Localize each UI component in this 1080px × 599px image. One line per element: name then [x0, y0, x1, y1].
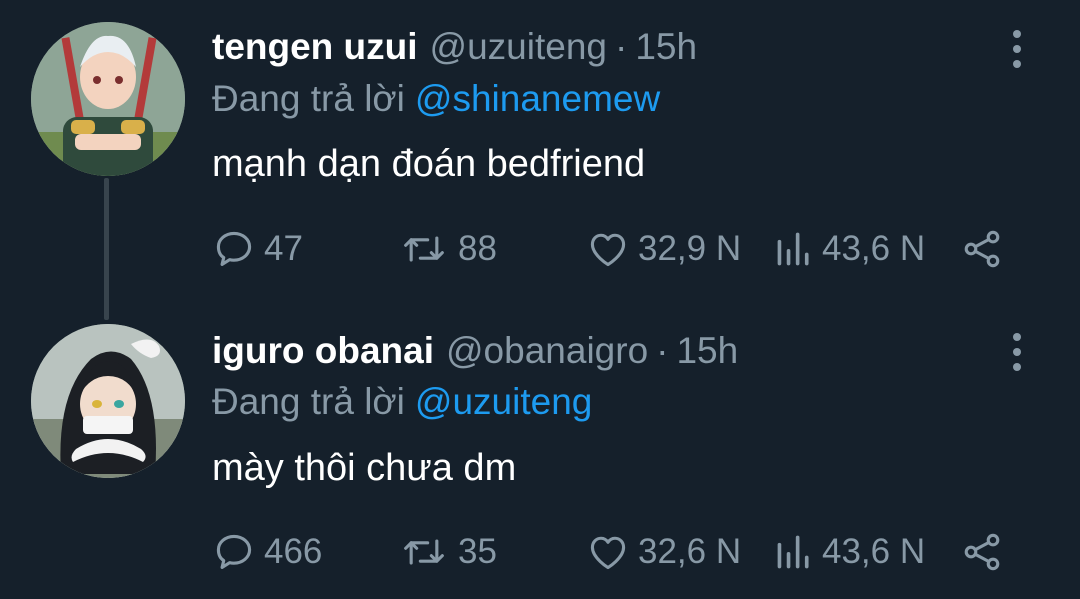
heart-icon	[590, 536, 626, 570]
analytics-icon	[777, 535, 809, 569]
share-button[interactable]	[960, 224, 1004, 274]
mention-link[interactable]: @shinanemew	[415, 78, 660, 119]
tweet-actions: 47 88 32,9 N 43,6 N	[212, 224, 1012, 274]
views-button[interactable]: 43,6 N	[774, 527, 925, 577]
reply-icon	[216, 534, 252, 569]
avatar-image	[31, 22, 185, 176]
share-icon	[964, 533, 1000, 571]
retweet-icon	[404, 236, 444, 262]
tweet-header: tengen uzui @uzuiteng · 15h	[212, 26, 697, 72]
share-icon	[964, 230, 1000, 268]
user-handle[interactable]: @uzuiteng	[430, 26, 607, 68]
tweet-actions: 466 35 32,6 N 43,6 N	[212, 527, 1012, 577]
share-button[interactable]	[960, 527, 1004, 577]
retweet-button[interactable]: 35	[398, 527, 497, 577]
retweet-count: 35	[458, 532, 497, 571]
more-icon-dot	[1013, 60, 1021, 68]
mention-link[interactable]: @uzuiteng	[415, 381, 592, 422]
more-options-button[interactable]	[1006, 27, 1028, 71]
replying-to-label: Đang trả lời	[212, 381, 405, 422]
tweet-text: mạnh dạn đoán bedfriend	[212, 143, 646, 185]
replying-to-label: Đang trả lời	[212, 78, 405, 119]
user-handle[interactable]: @obanaigro	[446, 330, 648, 372]
more-options-button[interactable]	[1006, 330, 1028, 374]
reply-count: 47	[264, 229, 303, 268]
tweet[interactable]: tengen uzui @uzuiteng · 15h Đang trả lời…	[0, 0, 1080, 320]
reply-button[interactable]: 466	[212, 527, 322, 577]
tweet-header: iguro obanai @obanaigro · 15h	[212, 330, 738, 376]
thread-connector-line	[104, 178, 109, 320]
more-icon-dot	[1013, 45, 1021, 53]
reply-icon	[216, 231, 252, 266]
tweet-text: mày thôi chưa dm	[212, 447, 517, 489]
avatar[interactable]	[31, 22, 185, 176]
more-icon-dot	[1013, 363, 1021, 371]
replying-to: Đang trả lời @shinanemew	[212, 78, 660, 122]
analytics-icon	[777, 232, 809, 266]
timestamp[interactable]: 15h	[676, 330, 738, 372]
reply-button[interactable]: 47	[212, 224, 303, 274]
replying-to: Đang trả lời @uzuiteng	[212, 381, 592, 425]
separator: ·	[656, 330, 669, 371]
views-count: 43,6 N	[822, 532, 926, 571]
avatar[interactable]	[31, 324, 185, 478]
separator: ·	[615, 26, 628, 67]
like-count: 32,6 N	[638, 532, 742, 571]
display-name[interactable]: tengen uzui	[212, 26, 418, 68]
heart-icon	[590, 233, 626, 267]
views-count: 43,6 N	[822, 229, 926, 268]
timestamp[interactable]: 15h	[635, 26, 697, 68]
reply-count: 466	[264, 532, 323, 571]
like-count: 32,9 N	[638, 229, 742, 268]
views-button[interactable]: 43,6 N	[774, 224, 925, 274]
tweet[interactable]: iguro obanai @obanaigro · 15h Đang trả l…	[0, 300, 1080, 599]
retweet-count: 88	[458, 229, 497, 268]
avatar-image	[31, 324, 185, 478]
more-icon	[1013, 333, 1021, 341]
display-name[interactable]: iguro obanai	[212, 330, 434, 372]
like-button[interactable]: 32,9 N	[586, 224, 741, 274]
more-icon-dot	[1013, 348, 1021, 356]
more-icon	[1013, 30, 1021, 38]
like-button[interactable]: 32,6 N	[586, 527, 741, 577]
retweet-icon	[404, 539, 444, 565]
retweet-button[interactable]: 88	[398, 224, 497, 274]
